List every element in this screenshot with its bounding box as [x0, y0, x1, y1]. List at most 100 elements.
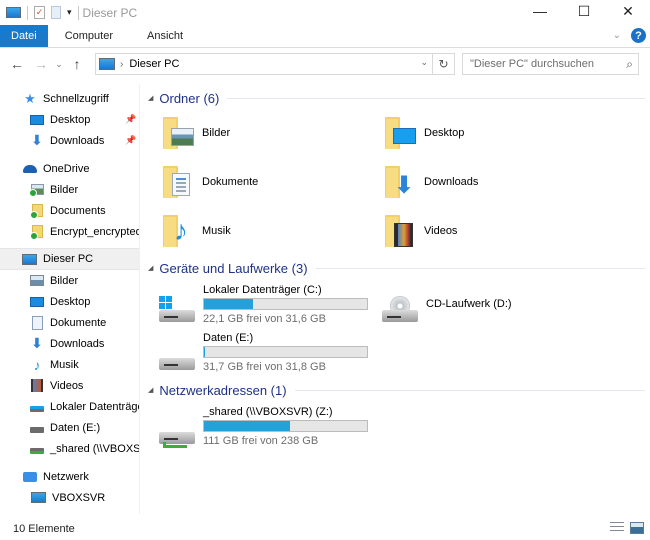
close-button[interactable]: ✕	[606, 0, 650, 22]
videos-folder-icon	[382, 213, 418, 249]
drive-name: Daten (E:)	[203, 332, 254, 344]
sidebar-item-downloads[interactable]: ⬇ Downloads 📌	[0, 130, 139, 151]
expand-ribbon-icon[interactable]: ⌄	[613, 30, 621, 41]
star-icon: ★	[24, 90, 36, 106]
folder-item-bilder[interactable]: Bilder	[145, 111, 355, 155]
separator	[77, 5, 79, 20]
sync-ok-icon	[29, 232, 38, 240]
downloads-folder-icon: ⬇	[382, 164, 418, 200]
sidebar-item-pc-downloads[interactable]: ⬇ Downloads	[0, 333, 139, 354]
forward-button[interactable]: →	[30, 53, 52, 75]
sidebar-item-pc-bilder[interactable]: Bilder	[0, 270, 139, 291]
folder-item-videos[interactable]: Videos	[367, 209, 577, 253]
refresh-button[interactable]: ↻	[433, 53, 455, 75]
status-bar: 10 Elemente	[0, 518, 650, 540]
collapse-icon[interactable]: ◢	[148, 94, 153, 102]
network-drive-item-z[interactable]: _shared (\\VBOXSVR) (Z:) 111 GB frei von…	[145, 406, 375, 450]
sidebar-item-desktop[interactable]: Desktop 📌	[0, 109, 139, 130]
network-drive-icon	[157, 418, 197, 448]
sidebar-item-label: Downloads	[50, 134, 105, 147]
item-count: 10 Elemente	[13, 523, 75, 535]
help-icon[interactable]: ?	[631, 28, 646, 43]
folder-name: Bilder	[202, 127, 231, 139]
download-icon: ⬇	[31, 132, 43, 148]
desktop-folder-icon	[382, 115, 418, 151]
network-drive-icon	[30, 447, 44, 454]
properties-icon[interactable]: ✓	[34, 6, 45, 19]
sidebar-item-label: Dokumente	[50, 316, 107, 329]
tab-ansicht[interactable]: Ansicht	[130, 25, 200, 47]
drive-item-d[interactable]: CD-Laufwerk (D:)	[370, 284, 600, 328]
pin-icon[interactable]: 📌	[125, 114, 136, 125]
sidebar-item-pc-videos[interactable]: Videos	[0, 375, 139, 396]
sidebar-item-onedrive-bilder[interactable]: Bilder	[0, 179, 139, 200]
sidebar-item-label: Downloads	[50, 337, 105, 350]
address-bar[interactable]: › Dieser PC ⌄	[95, 53, 433, 75]
sidebar-item-onedrive[interactable]: OneDrive	[0, 158, 139, 179]
sidebar-item-pc-drive-c[interactable]: Lokaler Datenträger	[0, 396, 139, 417]
folder-item-downloads[interactable]: ⬇ Downloads	[367, 160, 577, 204]
folder-item-musik[interactable]: ♪ Musik	[145, 209, 355, 253]
ribbon-tabs: Datei Computer Ansicht ⌄ ?	[0, 25, 650, 48]
search-icon[interactable]: ⌕	[626, 57, 633, 72]
group-header-network[interactable]: ◢ Netzwerkadressen (1)	[145, 380, 645, 400]
details-view-icon[interactable]	[610, 522, 624, 534]
sidebar-item-pc-drive-e[interactable]: Daten (E:)	[0, 417, 139, 438]
tab-computer[interactable]: Computer	[48, 25, 130, 47]
drive-name: _shared (\\VBOXSVR) (Z:)	[203, 406, 333, 418]
large-icons-view-icon[interactable]	[630, 522, 644, 534]
address-history-dropdown-icon[interactable]: ⌄	[420, 57, 428, 68]
drive-icon	[157, 344, 197, 374]
drive-item-e[interactable]: Daten (E:) 31,7 GB frei von 31,8 GB	[145, 332, 375, 376]
sidebar-item-label: OneDrive	[43, 162, 90, 175]
customize-toolbar-icon[interactable]: ▾	[67, 7, 72, 18]
sidebar-item-pc-dokumente[interactable]: Dokumente	[0, 312, 139, 333]
music-folder-icon: ♪	[160, 213, 196, 249]
sidebar-item-label: Desktop	[50, 295, 91, 308]
folder-icon	[29, 204, 43, 219]
drive-free-space: 111 GB frei von 238 GB	[203, 435, 319, 447]
video-icon	[31, 379, 43, 392]
drive-free-space: 22,1 GB frei von 31,6 GB	[203, 313, 326, 325]
pin-icon[interactable]: 📌	[125, 135, 136, 146]
breadcrumb-dieser-pc[interactable]: Dieser PC	[129, 58, 179, 70]
sidebar-item-quick-access[interactable]: ★ Schnellzugriff	[0, 88, 139, 109]
sidebar-item-pc-musik[interactable]: ♪ Musik	[0, 354, 139, 375]
sidebar-item-vboxsvr[interactable]: VBOXSVR	[0, 487, 139, 508]
sidebar-item-label: _shared (\\VBOXSVR	[50, 442, 140, 455]
group-header-folders[interactable]: ◢ Ordner (6)	[145, 88, 645, 108]
tab-datei[interactable]: Datei	[0, 25, 48, 47]
search-input[interactable]	[470, 58, 620, 70]
drive-name: Lokaler Datenträger (C:)	[203, 284, 322, 296]
pictures-icon	[30, 275, 44, 286]
music-note-icon: ♪	[33, 356, 41, 373]
sidebar-item-this-pc[interactable]: Dieser PC	[0, 248, 139, 270]
sidebar-item-label: Encrypt_encrypted	[50, 225, 140, 238]
group-title: Geräte und Laufwerke (3)	[159, 260, 308, 276]
folder-item-dokumente[interactable]: Dokumente	[145, 160, 355, 204]
cd-drive-icon	[380, 296, 420, 326]
network-icon	[23, 471, 37, 482]
sidebar-item-onedrive-documents[interactable]: Documents	[0, 200, 139, 221]
search-box[interactable]: ⌕	[462, 53, 639, 75]
sidebar-item-pc-desktop[interactable]: Desktop	[0, 291, 139, 312]
folder-item-desktop[interactable]: Desktop	[367, 111, 577, 155]
drive-usage-bar	[203, 298, 368, 310]
group-header-devices[interactable]: ◢ Geräte und Laufwerke (3)	[145, 258, 645, 278]
maximize-button[interactable]: ☐	[562, 0, 606, 22]
up-button[interactable]: ↑	[66, 53, 88, 75]
recent-locations-button[interactable]: ⌄	[52, 53, 66, 75]
collapse-icon[interactable]: ◢	[148, 386, 153, 394]
drive-item-c[interactable]: Lokaler Datenträger (C:) 22,1 GB frei vo…	[145, 284, 375, 328]
ribbon-right: ⌄ ?	[613, 28, 646, 43]
minimize-button[interactable]: —	[518, 0, 562, 22]
back-button[interactable]: ←	[6, 53, 28, 75]
breadcrumb-separator-icon[interactable]: ›	[120, 59, 123, 70]
collapse-icon[interactable]: ◢	[148, 264, 153, 272]
folder-name: Musik	[202, 225, 231, 237]
sidebar-item-label: VBOXSVR	[52, 491, 106, 504]
new-folder-icon[interactable]	[51, 6, 61, 19]
sidebar-item-network[interactable]: Netzwerk	[0, 466, 139, 487]
sidebar-item-onedrive-encrypt[interactable]: Encrypt_encrypted	[0, 221, 140, 242]
sidebar-item-pc-shared[interactable]: _shared (\\VBOXSVR	[0, 438, 140, 459]
